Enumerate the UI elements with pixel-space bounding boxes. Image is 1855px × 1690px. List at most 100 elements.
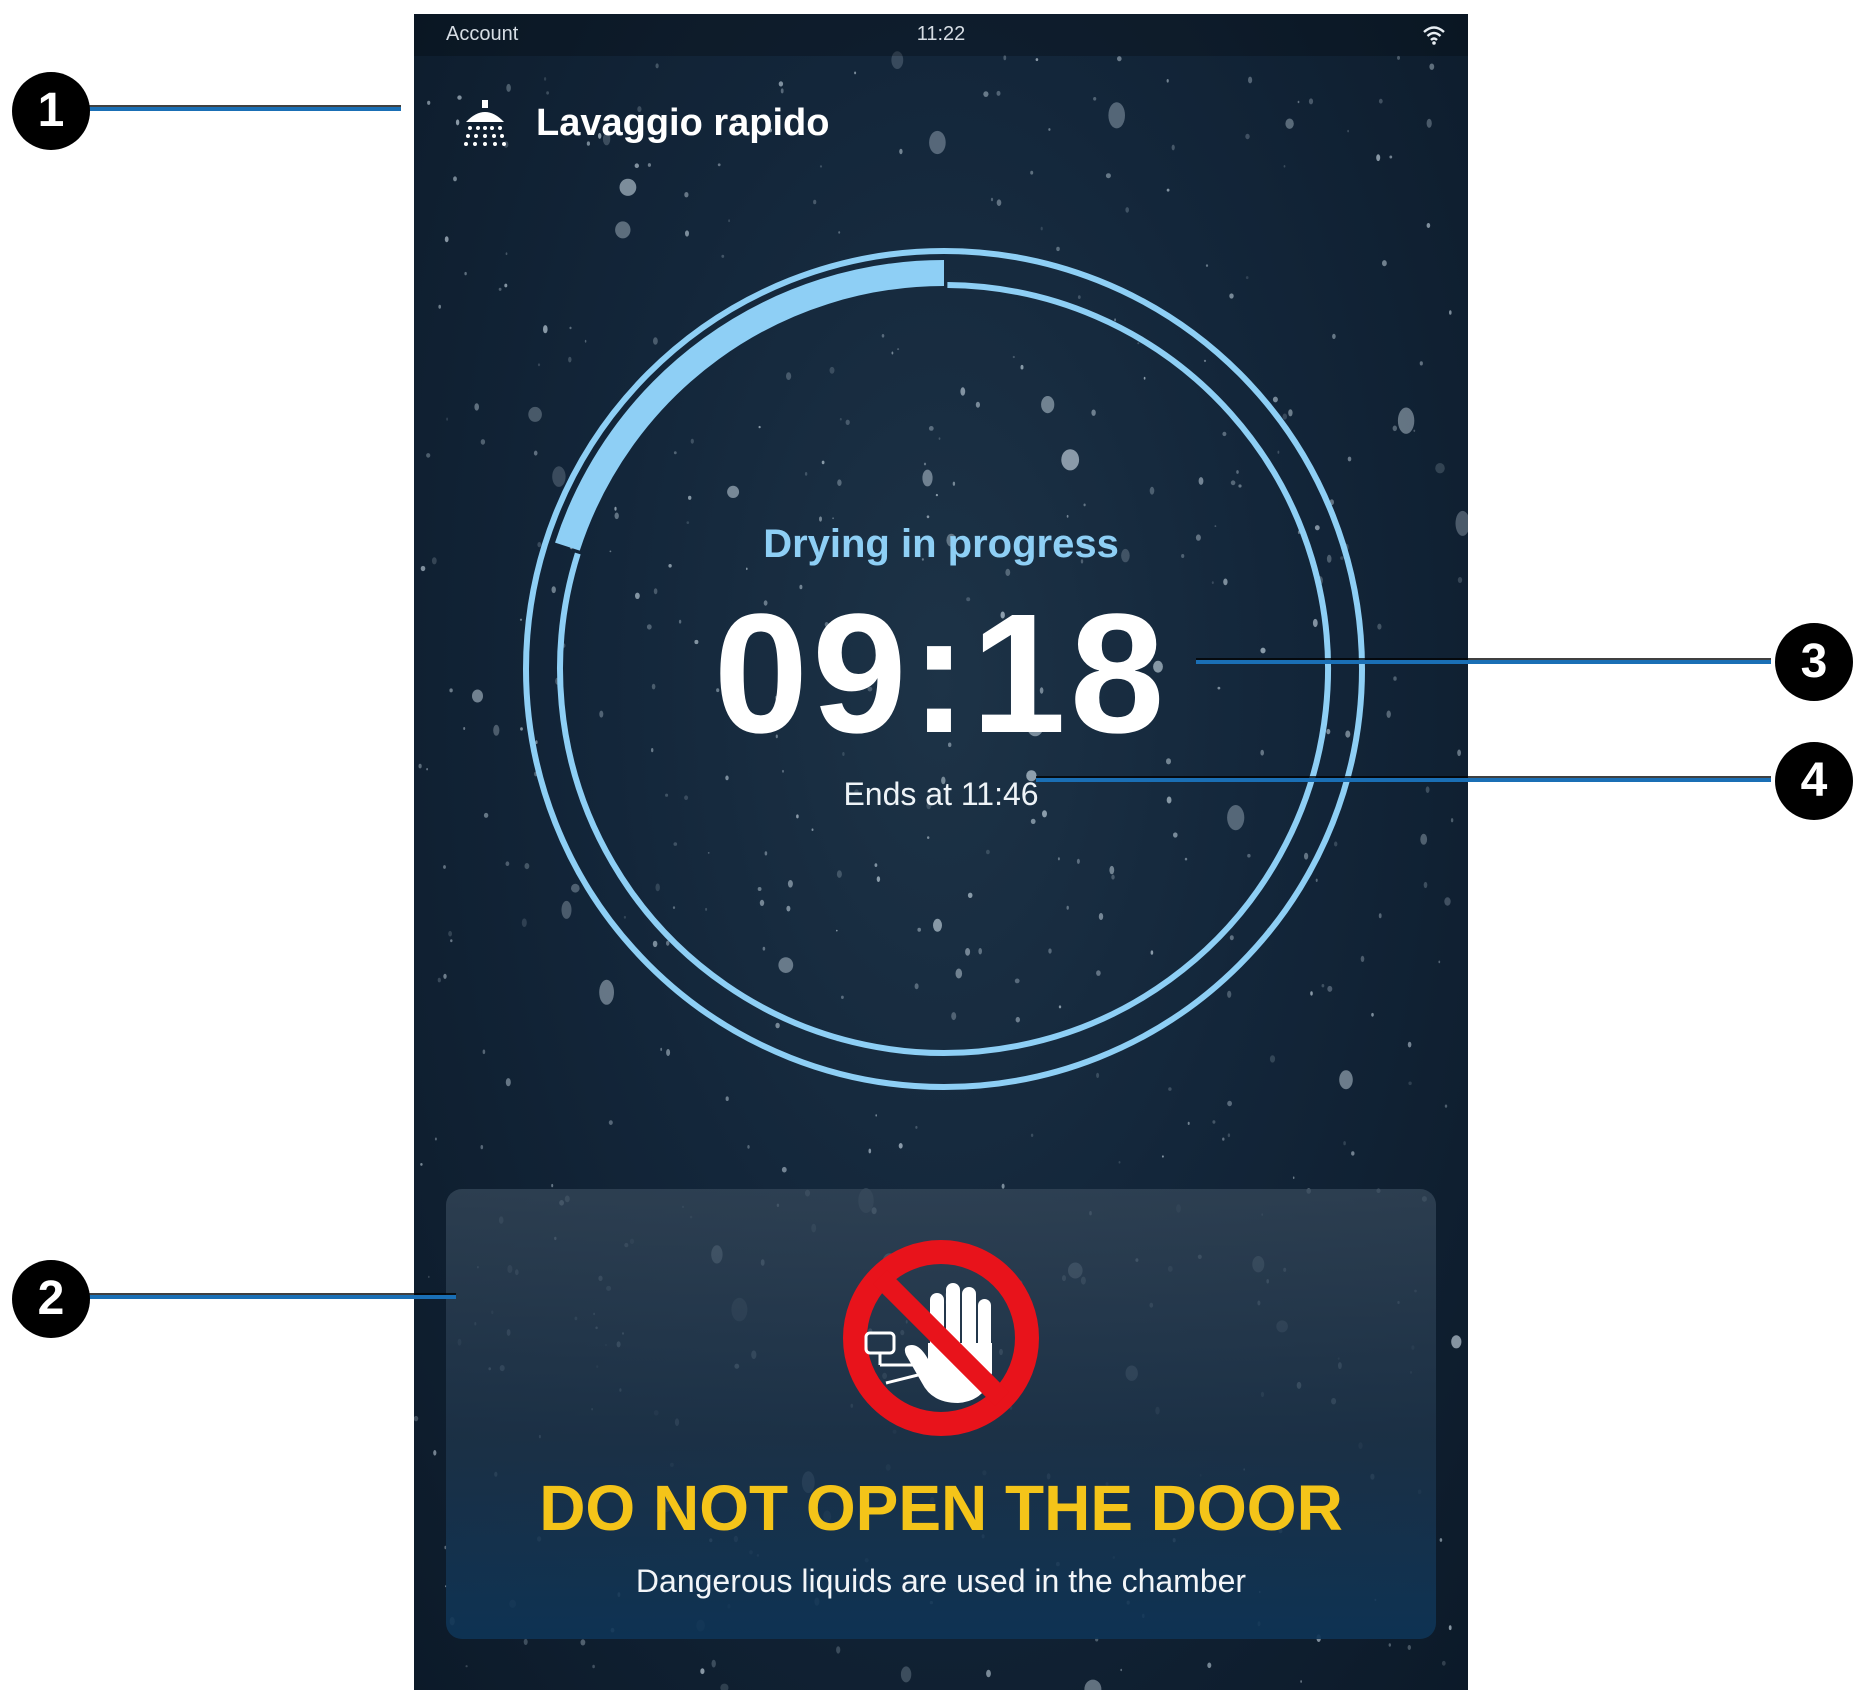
water-drop	[426, 768, 428, 771]
water-drop	[1426, 223, 1431, 228]
water-drop	[1448, 1625, 1452, 1631]
water-drop	[1118, 1161, 1121, 1164]
shower-icon	[464, 100, 506, 146]
water-drop	[544, 77, 547, 81]
water-drop	[551, 1183, 554, 1188]
water-drop	[1227, 1133, 1231, 1138]
water-drop	[685, 230, 689, 237]
water-drop	[619, 178, 637, 196]
water-drop	[1166, 188, 1170, 192]
water-drop	[1376, 154, 1381, 162]
water-drop	[1207, 1662, 1212, 1669]
water-drop	[1343, 1141, 1346, 1146]
water-drop	[438, 304, 441, 309]
water-drop	[1300, 1680, 1302, 1683]
water-drop	[1413, 429, 1416, 432]
water-drop	[647, 163, 651, 167]
water-drop	[1030, 1133, 1034, 1138]
device-screen: Account 11:22 Lavaggio rapido Drying in …	[414, 14, 1468, 1690]
water-drop	[1308, 98, 1314, 105]
water-drop	[1105, 173, 1111, 179]
water-drop	[634, 163, 639, 168]
warning-panel: DO NOT OPEN THE DOOR Dangerous liquids a…	[446, 1189, 1436, 1639]
water-drop	[1397, 55, 1400, 60]
water-drop	[483, 812, 489, 818]
water-drop	[655, 63, 659, 69]
water-drop	[504, 283, 508, 288]
water-drop	[819, 165, 823, 168]
water-drop	[700, 1668, 705, 1675]
water-drop	[899, 148, 903, 155]
water-drop	[1048, 128, 1051, 131]
water-drop	[1248, 76, 1253, 84]
water-drop	[1161, 1155, 1164, 1158]
water-drop	[929, 130, 946, 155]
water-drop	[1212, 1120, 1216, 1124]
status-bar: Account 11:22	[414, 14, 1468, 56]
water-drop	[1187, 1121, 1190, 1125]
water-drop	[1397, 407, 1415, 434]
water-drop	[778, 81, 784, 87]
water-drop	[1292, 1176, 1295, 1179]
water-drop	[813, 199, 817, 205]
water-drop	[1407, 1645, 1411, 1650]
water-drop	[900, 1666, 912, 1683]
water-drop	[1093, 97, 1097, 101]
water-drop	[437, 977, 441, 983]
water-drop	[446, 417, 448, 421]
water-drop	[711, 1659, 716, 1668]
callout-1: 1	[12, 72, 90, 150]
water-drop	[1457, 577, 1463, 583]
water-drop	[1120, 1668, 1123, 1672]
water-drop	[1297, 100, 1300, 104]
callout-4: 4	[1775, 742, 1853, 820]
water-drop	[898, 1143, 903, 1149]
water-drop	[1438, 960, 1441, 964]
water-drop	[498, 287, 502, 291]
water-drop	[592, 1664, 595, 1669]
water-drop	[1125, 207, 1129, 213]
water-drop	[480, 439, 486, 445]
water-drop	[480, 1145, 484, 1150]
water-drop	[506, 83, 511, 92]
water-drop	[615, 221, 631, 239]
water-drop	[453, 176, 457, 182]
water-drop	[580, 1639, 586, 1646]
water-drop	[1222, 1137, 1225, 1141]
water-drop	[1423, 881, 1428, 889]
water-drop	[1003, 55, 1007, 61]
water-drop	[1283, 165, 1286, 168]
ring-progress-arc	[555, 260, 945, 551]
water-drop	[414, 1415, 419, 1422]
no-hand-prohibition-icon	[843, 1240, 1039, 1436]
wifi-icon	[1423, 26, 1445, 45]
water-drop	[996, 199, 1002, 206]
callout-3: 3	[1775, 623, 1853, 701]
water-drop	[482, 1049, 486, 1055]
remaining-time: 09:18	[713, 579, 1169, 769]
water-drop	[1392, 425, 1397, 432]
water-drop	[465, 1665, 468, 1668]
water-drop	[838, 231, 841, 234]
water-drop	[1378, 913, 1382, 919]
water-drop	[1429, 63, 1435, 70]
water-drop	[1407, 1041, 1412, 1048]
water-drop	[1285, 118, 1294, 129]
water-drop	[1171, 144, 1175, 151]
water-drop	[1382, 260, 1387, 267]
water-drop	[464, 271, 467, 276]
water-drop	[433, 1450, 437, 1456]
water-drop	[1444, 897, 1451, 906]
water-drop	[1040, 226, 1043, 231]
water-drop	[1084, 1679, 1102, 1690]
water-drop	[875, 1114, 877, 1117]
water-drop	[868, 1148, 872, 1154]
water-drop	[1227, 1100, 1232, 1107]
water-drop	[1451, 1335, 1462, 1349]
water-drop	[915, 1125, 918, 1129]
water-drop	[996, 90, 1001, 96]
water-drop	[983, 91, 989, 97]
water-drop	[1439, 1538, 1443, 1542]
water-drop	[608, 1120, 613, 1125]
water-drop	[836, 1646, 841, 1654]
